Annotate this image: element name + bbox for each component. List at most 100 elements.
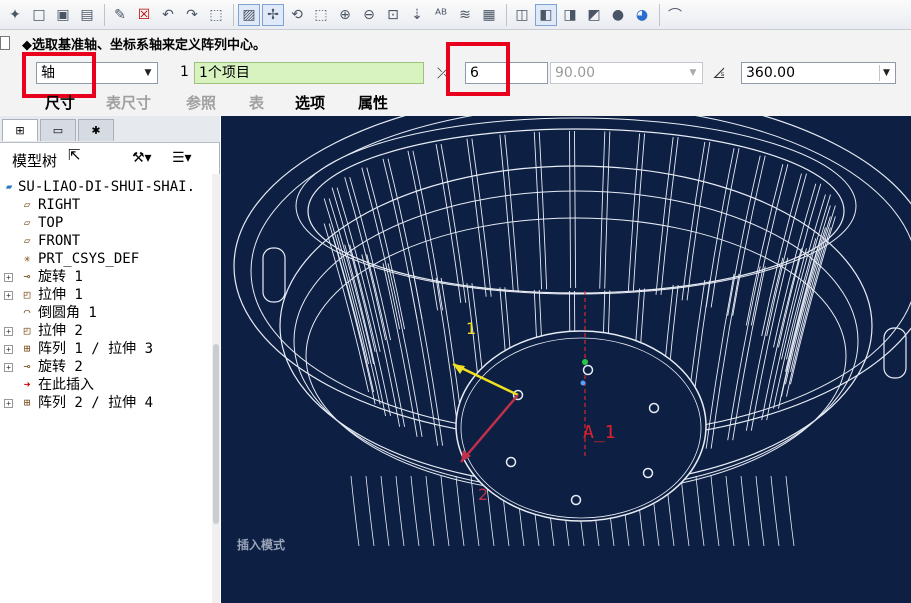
tab-references[interactable]: 参照	[186, 92, 216, 113]
direction-label-2: 1	[466, 319, 476, 338]
no-hidden-icon[interactable]: ◨	[559, 4, 581, 26]
wireframe-icon[interactable]: ◫	[511, 4, 533, 26]
basket-rib	[681, 141, 706, 301]
tab-table-dimensions[interactable]: 表尺寸	[106, 92, 151, 113]
bottom-rib	[365, 475, 375, 547]
tree-node-label: 阵列 2 / 拉伸 4	[38, 395, 154, 411]
tree-node-label: 拉伸 2	[38, 323, 83, 339]
pattern-member-marker	[505, 456, 517, 468]
basket-rib	[705, 273, 735, 449]
tab-properties[interactable]: 属性	[358, 92, 388, 113]
spin-center-icon[interactable]: ✢	[262, 3, 284, 26]
basket-rib	[407, 271, 439, 446]
tree-node[interactable]: + ⊞ 阵列 1 / 拉伸 3	[0, 340, 212, 358]
basket-rib	[790, 216, 836, 385]
tree-node-label: 阵列 1 / 拉伸 3	[38, 341, 154, 357]
expand-icon[interactable]: +	[4, 273, 13, 282]
basket-rib	[328, 198, 375, 365]
tree-node[interactable]: ▱ RIGHT	[0, 196, 212, 214]
basket-rib	[686, 141, 711, 301]
pattern-icon: ⊞	[23, 396, 31, 409]
redo-icon[interactable]: ↷	[181, 4, 203, 26]
edit-icon[interactable]: ✎	[109, 4, 131, 26]
show-menu-icon[interactable]: ☰▾	[172, 150, 192, 166]
tree-node[interactable]: ▱ TOP	[0, 214, 212, 232]
basket-rib	[781, 194, 826, 360]
tab-options[interactable]: 选项	[295, 92, 325, 113]
tree-node[interactable]: + ⊸ 旋转 1	[0, 268, 212, 286]
angle-increment-select[interactable]: 90.00 ▼	[550, 62, 703, 84]
tree-node[interactable]: ▱ FRONT	[0, 232, 212, 250]
tree-node[interactable]: ▰ SU-LIAO-DI-SHUI-SHAI.	[0, 178, 212, 196]
close-window-icon[interactable]: ☒	[133, 4, 155, 26]
toolbar-separator	[104, 3, 105, 26]
axis-label: A_1	[583, 422, 616, 443]
basket-rib	[732, 155, 766, 316]
tab-table[interactable]: 表	[249, 92, 264, 113]
total-angle-value: 360.00	[746, 65, 795, 81]
tree-node[interactable]: + ◰ 拉伸 1	[0, 286, 212, 304]
save-as-icon[interactable]: ▤	[76, 4, 98, 26]
bottom-rib	[785, 475, 795, 547]
zoom-out-icon[interactable]: ⊖	[358, 4, 380, 26]
basket-rib	[569, 131, 572, 289]
appearance-icon[interactable]: ●	[607, 4, 629, 26]
tree-node[interactable]: ➜ 在此插入	[0, 376, 212, 394]
tree-node-label: SU-LIAO-DI-SHUI-SHAI.	[18, 179, 196, 195]
csys-axis-marker	[580, 380, 586, 386]
pattern-dashboard: ◆选取基准轴、坐标系轴来定义阵列中心。 轴 ▼ 1 1个项目 ⤫ 6 90.00…	[0, 30, 911, 116]
basket-rib	[361, 167, 401, 330]
total-angle-select[interactable]: 360.00 ▼	[741, 62, 896, 84]
tree-node[interactable]: + ◰ 拉伸 2	[0, 322, 212, 340]
hidden-line-icon[interactable]: ◧	[535, 3, 557, 26]
chevron-down-icon[interactable]: ▼	[879, 65, 893, 81]
tree-node[interactable]: + ⊞ 阵列 2 / 拉伸 4	[0, 394, 212, 412]
select-box-icon[interactable]: ⬚	[205, 4, 227, 26]
orient-icon[interactable]: ⟲	[286, 4, 308, 26]
tree-node-label: RIGHT	[38, 197, 81, 213]
settings-icon[interactable]: ⚒▾	[132, 150, 152, 166]
tab-folder-browser[interactable]: ▭	[40, 119, 76, 141]
expand-icon[interactable]: +	[4, 345, 13, 354]
reference-collector[interactable]: 1个项目	[194, 62, 424, 84]
tree-node[interactable]: ◠ 倒圆角 1	[0, 304, 212, 322]
expand-icon[interactable]: +	[4, 291, 13, 300]
expand-icon[interactable]: +	[4, 399, 13, 408]
zoom-in-icon[interactable]: ⊕	[334, 4, 356, 26]
shading-icon[interactable]: ◩	[583, 4, 605, 26]
new-icon[interactable]: ✦	[4, 4, 26, 26]
layers-icon[interactable]: ≋	[454, 4, 476, 26]
tree-scrollbar[interactable]	[212, 174, 220, 603]
repaint-icon[interactable]: ▨	[238, 3, 260, 26]
angle-increment-value: 90.00	[555, 65, 596, 81]
tab-favorites[interactable]: ✱	[78, 119, 114, 141]
snapshot-icon[interactable]: ▦	[478, 4, 500, 26]
chevron-down-icon[interactable]: ▼	[686, 65, 700, 81]
view-manager-icon[interactable]: ⇣	[406, 4, 428, 26]
model-wireframe: 1 2 A_1	[233, 116, 911, 547]
undo-icon[interactable]: ↶	[157, 4, 179, 26]
tab-dimensions[interactable]: 尺寸	[45, 92, 75, 113]
mouse-cursor-icon: ⇱	[68, 146, 81, 164]
refit-icon[interactable]: ⬚	[310, 4, 332, 26]
user-icon[interactable]: ◕	[631, 4, 653, 26]
tab-model-tree[interactable]: ⊞	[2, 119, 38, 141]
basket-rib	[361, 254, 401, 427]
sketch-icon[interactable]: ⌒	[664, 4, 686, 26]
expand-icon[interactable]: +	[4, 363, 13, 372]
graphics-window[interactable]: 1 2 A_1 插入模式	[221, 116, 911, 603]
open-icon[interactable]: □	[28, 4, 50, 26]
save-icon[interactable]: ▣	[52, 4, 74, 26]
pattern-icon: ⊞	[23, 342, 31, 355]
tree-node[interactable]: ✳ PRT_CSYS_DEF	[0, 250, 212, 268]
expand-icon[interactable]: +	[4, 327, 13, 336]
zoom-fit-icon[interactable]: ⊡	[382, 4, 404, 26]
tree-node-label: 在此插入	[38, 377, 94, 393]
basket-rib	[786, 194, 831, 360]
tree-node[interactable]: + ⊸ 旋转 2	[0, 358, 212, 376]
chevron-down-icon[interactable]: ▼	[141, 65, 155, 81]
scrollbar-thumb[interactable]	[213, 344, 219, 524]
bottom-rib	[755, 475, 765, 547]
text-icon[interactable]: ᴬᴮ	[430, 4, 452, 26]
folder-icon: ▭	[52, 124, 64, 137]
